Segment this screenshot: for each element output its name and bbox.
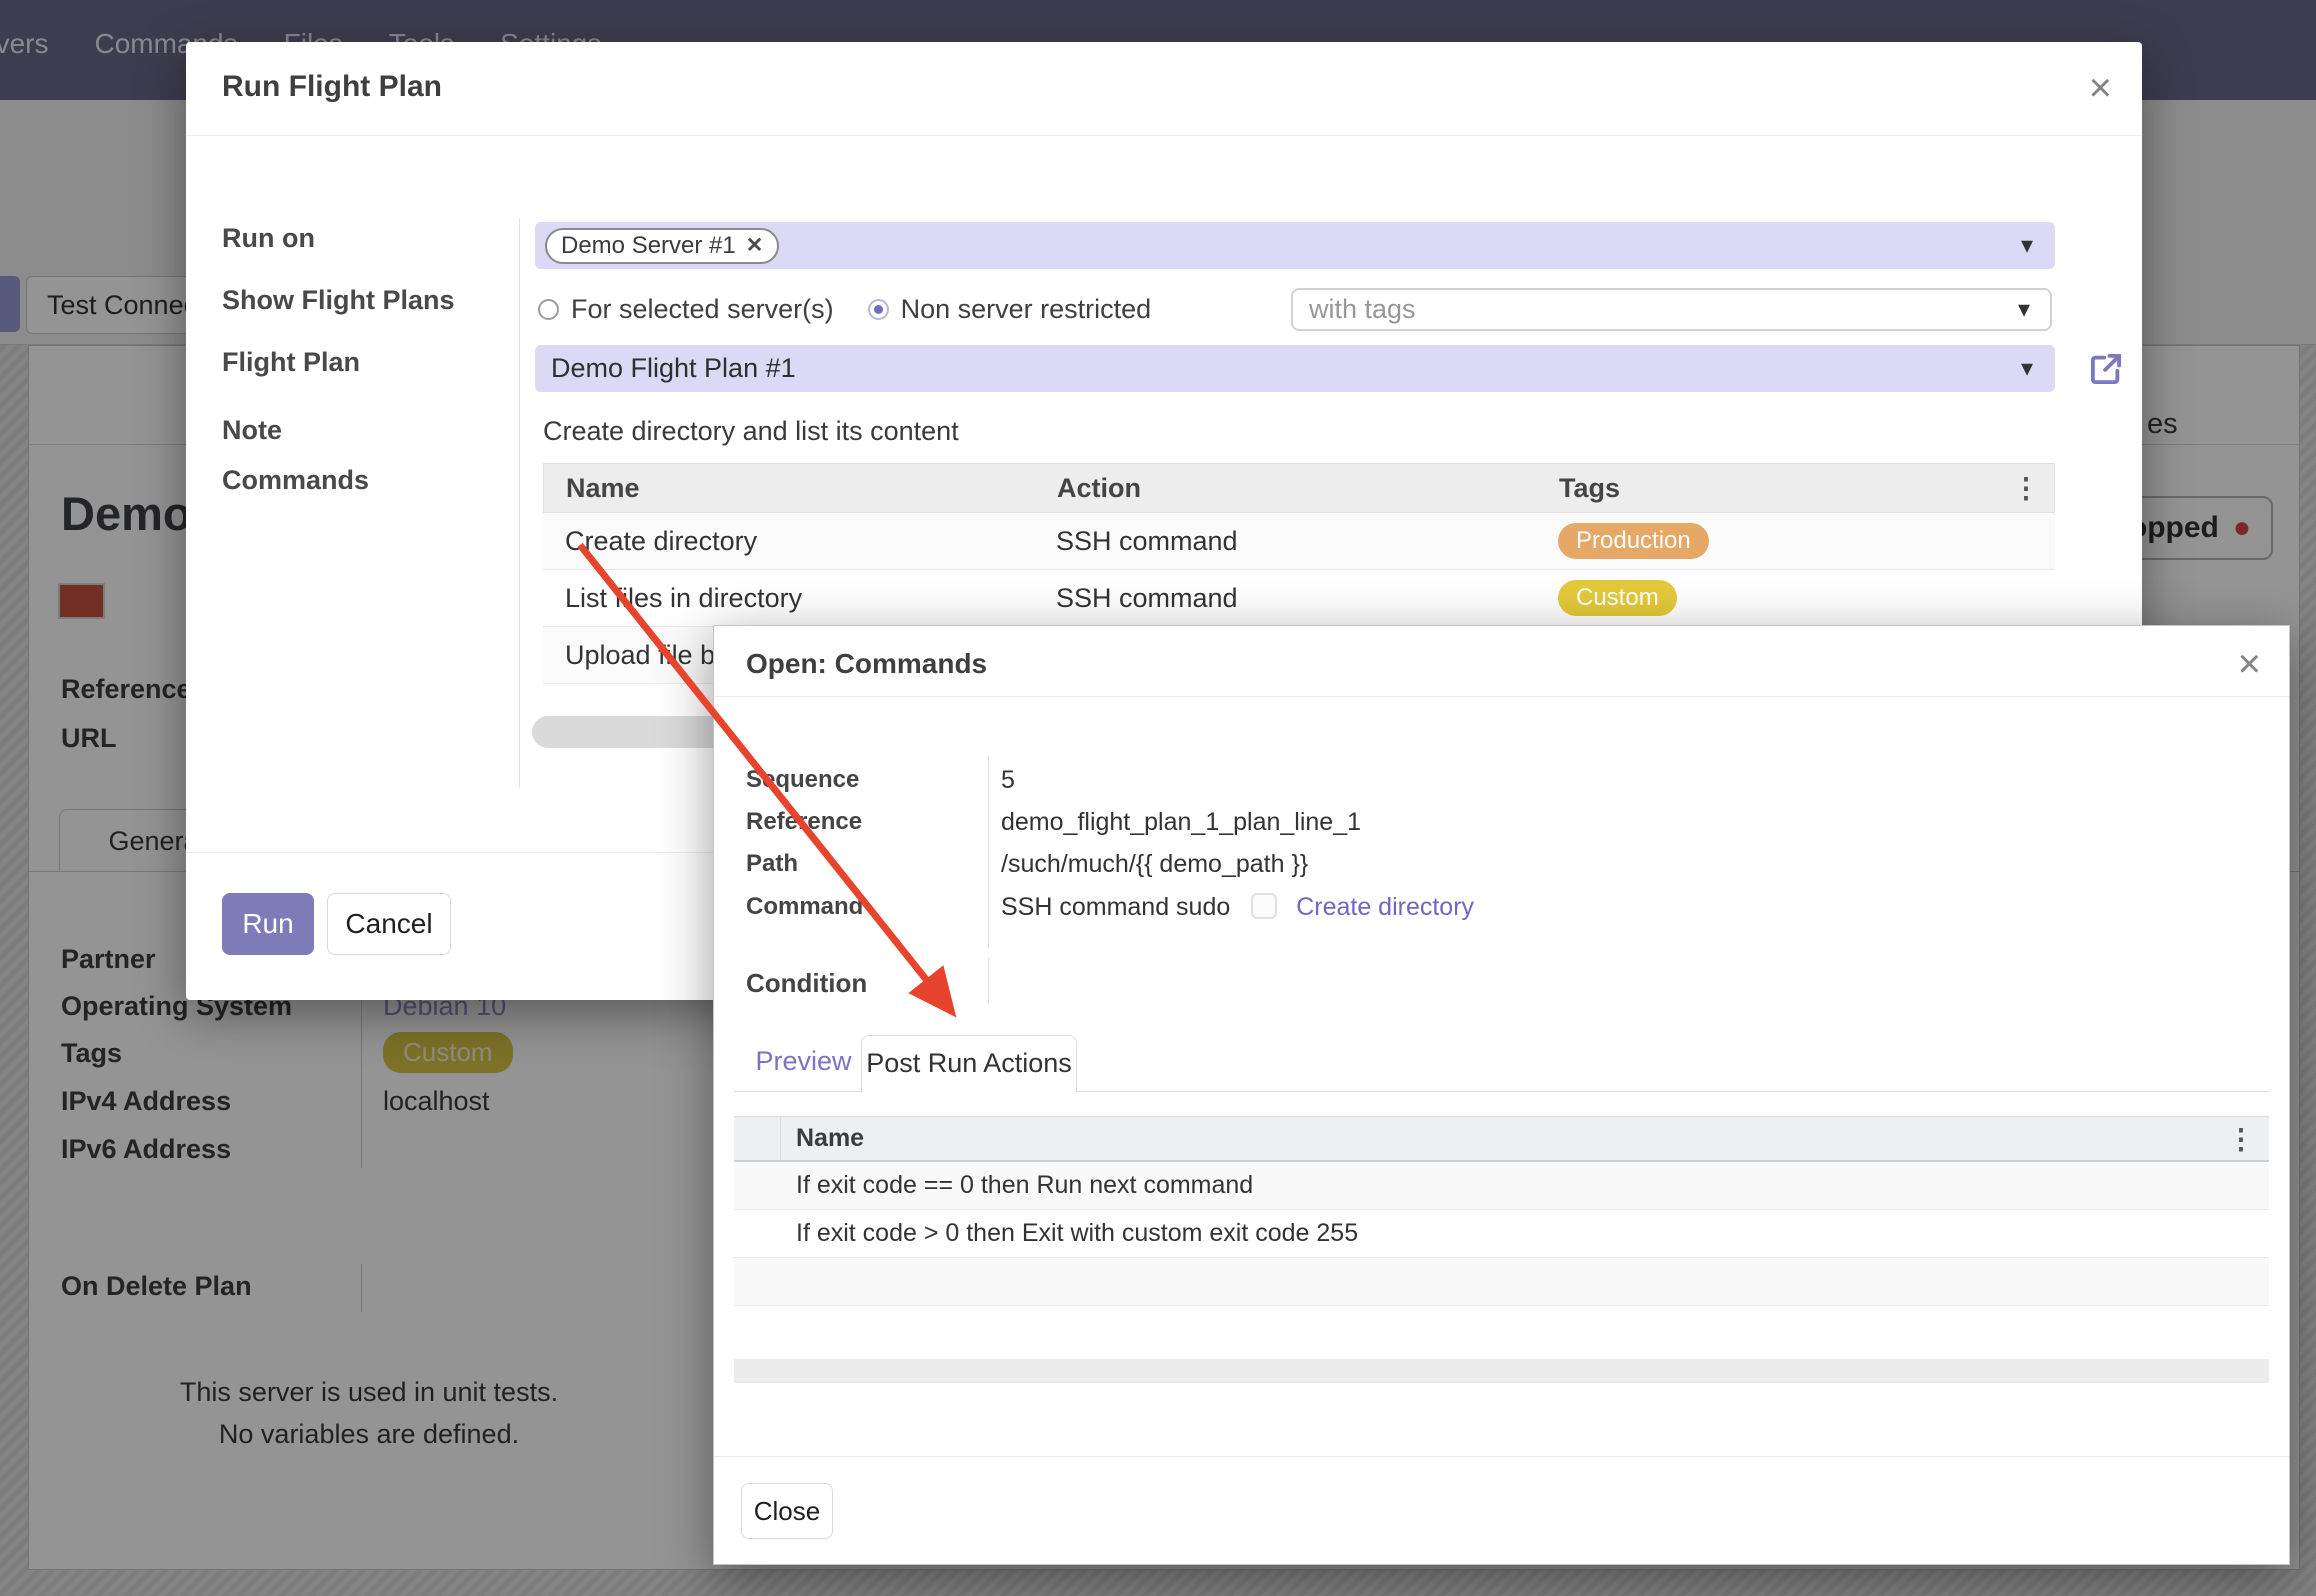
tag-custom-badge: Custom bbox=[1558, 580, 1677, 616]
col-name[interactable]: Name bbox=[544, 473, 1041, 504]
form-separator bbox=[988, 756, 989, 948]
chevron-down-icon[interactable]: ▾ bbox=[2021, 354, 2033, 383]
table-row[interactable]: Create directory SSH command Production bbox=[543, 513, 2055, 570]
run-button[interactable]: Run bbox=[222, 893, 314, 955]
label-commands: Commands bbox=[222, 465, 369, 496]
run-on-field[interactable]: Demo Server #1 ✕ ▾ bbox=[535, 222, 2055, 269]
table-header: Name Action Tags ⋮ bbox=[543, 463, 2055, 513]
col-name[interactable]: Name bbox=[781, 1124, 2269, 1153]
value-reference: demo_flight_plan_1_plan_line_1 bbox=[1001, 808, 1361, 837]
cancel-button[interactable]: Cancel bbox=[327, 893, 451, 955]
dialog-title: Open: Commands bbox=[746, 648, 987, 680]
server-scope-radios: For selected server(s) Non server restri… bbox=[538, 289, 1151, 329]
horizontal-scrollbar[interactable] bbox=[734, 1359, 2269, 1383]
tab-post-run-actions[interactable]: Post Run Actions bbox=[861, 1035, 1077, 1092]
close-icon[interactable]: × bbox=[2089, 68, 2112, 108]
row-name: Create directory bbox=[543, 526, 1040, 557]
row-name: List files in directory bbox=[543, 583, 1040, 614]
flight-plan-value: Demo Flight Plan #1 bbox=[535, 353, 796, 384]
dialog-footer-divider bbox=[714, 1456, 2289, 1457]
label-show-flight-plans: Show Flight Plans bbox=[222, 285, 455, 316]
column-options-icon[interactable]: ⋮ bbox=[2012, 472, 2040, 505]
note-value: Create directory and list its content bbox=[543, 416, 959, 447]
column-options-icon[interactable]: ⋮ bbox=[2227, 1122, 2255, 1155]
chevron-down-icon[interactable]: ▾ bbox=[2018, 295, 2030, 324]
table-row[interactable]: If exit code > 0 then Exit with custom e… bbox=[734, 1210, 2269, 1258]
row-action: SSH command bbox=[1040, 583, 1542, 614]
radio-for-selected-servers-label[interactable]: For selected server(s) bbox=[571, 294, 834, 325]
radio-non-server-restricted[interactable] bbox=[868, 299, 889, 320]
label-condition: Condition bbox=[746, 968, 867, 999]
close-button[interactable]: Close bbox=[741, 1483, 833, 1539]
post-run-actions-table: Name ⋮ If exit code == 0 then Run next c… bbox=[734, 1116, 2269, 1306]
flight-plan-field[interactable]: Demo Flight Plan #1 ▾ bbox=[535, 345, 2055, 392]
label-flight-plan: Flight Plan bbox=[222, 347, 360, 378]
radio-for-selected-servers[interactable] bbox=[538, 299, 559, 320]
server-tag-label: Demo Server #1 bbox=[561, 232, 736, 260]
remove-tag-icon[interactable]: ✕ bbox=[746, 233, 764, 258]
label-command: Command bbox=[746, 893, 863, 921]
external-link-icon[interactable] bbox=[2085, 348, 2127, 390]
create-directory-checkbox[interactable] bbox=[1251, 893, 1277, 919]
selector-column bbox=[734, 1117, 781, 1160]
tag-production-badge: Production bbox=[1558, 523, 1709, 559]
table-header: Name ⋮ bbox=[734, 1116, 2269, 1162]
create-directory-link[interactable]: Create directory bbox=[1296, 893, 1474, 921]
value-command: SSH command sudo Create directory bbox=[1001, 893, 1474, 922]
form-separator bbox=[519, 218, 520, 788]
command-text: SSH command sudo bbox=[1001, 893, 1230, 921]
table-row-empty bbox=[734, 1258, 2269, 1306]
condition-separator bbox=[988, 958, 989, 1003]
radio-non-server-restricted-label[interactable]: Non server restricted bbox=[901, 294, 1152, 325]
close-icon[interactable]: × bbox=[2238, 644, 2261, 684]
dialog-header-divider bbox=[186, 135, 2142, 136]
server-tag-chip[interactable]: Demo Server #1 ✕ bbox=[545, 228, 779, 264]
chevron-down-icon[interactable]: ▾ bbox=[2021, 231, 2033, 260]
dialog-title: Run Flight Plan bbox=[222, 70, 442, 104]
row-action: SSH command bbox=[1040, 526, 1542, 557]
table-row[interactable]: If exit code == 0 then Run next command bbox=[734, 1162, 2269, 1210]
col-action[interactable]: Action bbox=[1041, 473, 1543, 504]
col-tags[interactable]: Tags bbox=[1543, 473, 2054, 504]
label-sequence: Sequence bbox=[746, 766, 859, 794]
label-note: Note bbox=[222, 415, 282, 446]
label-path: Path bbox=[746, 850, 798, 878]
label-reference: Reference bbox=[746, 808, 862, 836]
row-name: If exit code == 0 then Run next command bbox=[781, 1171, 2269, 1200]
value-sequence: 5 bbox=[1001, 766, 1015, 795]
open-commands-dialog: Open: Commands × Sequence 5 Reference de… bbox=[713, 625, 2290, 1565]
screenshot-root: Servers Commands Files Tools Settings Te… bbox=[0, 0, 2316, 1596]
tab-preview[interactable]: Preview bbox=[746, 1046, 861, 1077]
value-path: /such/much/{{ demo_path }} bbox=[1001, 850, 1308, 879]
with-tags-select[interactable]: with tags ▾ bbox=[1291, 288, 2052, 331]
label-run-on: Run on bbox=[222, 223, 315, 254]
with-tags-placeholder: with tags bbox=[1309, 294, 1416, 325]
table-row[interactable]: List files in directory SSH command Cust… bbox=[543, 570, 2055, 627]
dialog-header-divider bbox=[714, 696, 2289, 697]
row-name: If exit code > 0 then Exit with custom e… bbox=[781, 1219, 2269, 1248]
